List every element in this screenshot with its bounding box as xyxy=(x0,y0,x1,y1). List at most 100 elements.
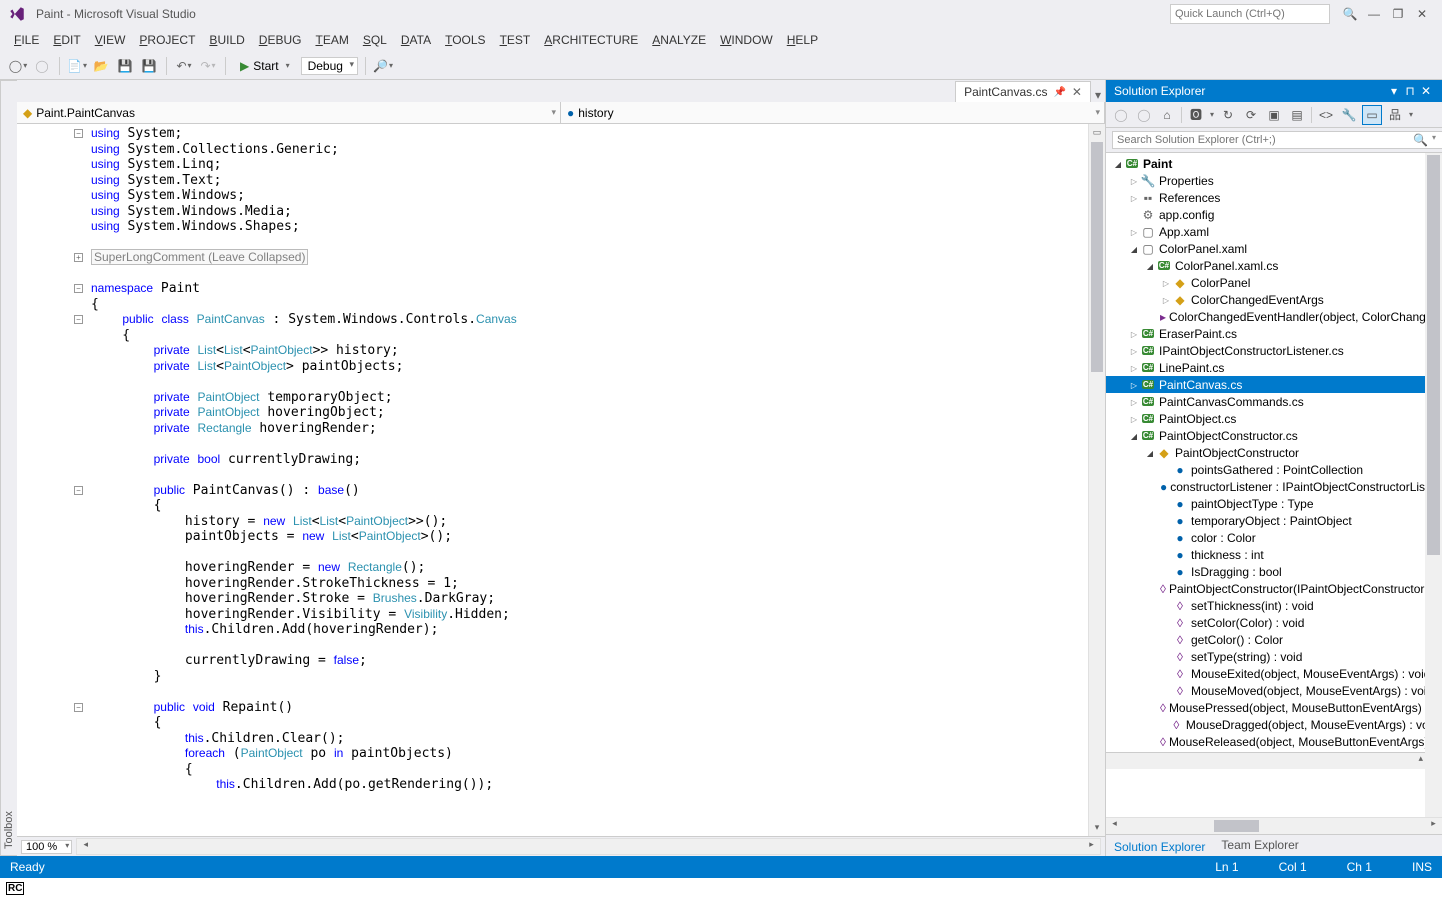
menu-architecture[interactable]: ARCHITECTURE xyxy=(538,31,644,49)
menu-edit[interactable]: EDIT xyxy=(47,31,86,49)
tree-node[interactable]: ◊MouseExited(object, MouseEventArgs) : v… xyxy=(1106,665,1442,682)
expand-icon[interactable] xyxy=(1112,159,1124,169)
save-button[interactable]: 💾 xyxy=(115,56,135,76)
panel-menu-icon[interactable]: ▾ xyxy=(1386,84,1402,98)
collapse-icon[interactable]: − xyxy=(74,284,83,293)
solution-tree[interactable]: C#Paint🔧Properties▪▪References⚙app.confi… xyxy=(1106,153,1442,817)
expand-icon[interactable] xyxy=(1144,261,1156,271)
pin-icon[interactable]: 📌 xyxy=(1053,87,1065,98)
quick-launch-input[interactable] xyxy=(1170,4,1330,24)
menu-window[interactable]: WINDOW xyxy=(714,31,779,49)
tree-node[interactable]: C#EraserPaint.cs xyxy=(1106,325,1442,342)
back-button[interactable]: ◯ xyxy=(1112,106,1130,124)
search-icon[interactable]: 🔍 xyxy=(1338,4,1362,24)
expand-icon[interactable] xyxy=(1160,295,1172,305)
menu-help[interactable]: HELP xyxy=(781,31,824,49)
tree-node[interactable]: ◊MouseMoved(object, MouseEventArgs) : vo… xyxy=(1106,682,1442,699)
expand-icon[interactable] xyxy=(1128,193,1140,203)
nav-fwd-button[interactable]: ◯ xyxy=(32,56,52,76)
tab-team-explorer[interactable]: Team Explorer xyxy=(1213,835,1306,856)
nav-back-button[interactable]: ◯ xyxy=(8,56,28,76)
tree-node[interactable]: ●IsDragging : bool xyxy=(1106,563,1442,580)
preview-button[interactable]: ▭ xyxy=(1363,106,1381,124)
expand-icon[interactable] xyxy=(1128,244,1140,254)
tree-node[interactable]: C#PaintCanvas.cs xyxy=(1106,376,1442,393)
tree-node[interactable]: ◊PaintObjectConstructor(IPaintObjectCons… xyxy=(1106,580,1442,597)
tree-node[interactable]: C#ColorPanel.xaml.cs xyxy=(1106,257,1442,274)
menu-analyze[interactable]: ANALYZE xyxy=(646,31,712,49)
panel-close-icon[interactable]: ✕ xyxy=(1418,84,1434,98)
expand-icon[interactable] xyxy=(1128,346,1140,356)
tree-node[interactable]: ▸ColorChangedEventHandler(object, ColorC… xyxy=(1106,308,1442,325)
collapse-icon[interactable]: − xyxy=(74,486,83,495)
minimize-icon[interactable]: — xyxy=(1362,4,1386,24)
show-all-button[interactable]: ▤ xyxy=(1288,106,1306,124)
tree-node[interactable]: ◆PaintObjectConstructor xyxy=(1106,444,1442,461)
expand-icon[interactable] xyxy=(1128,397,1140,407)
collapse-icon[interactable]: − xyxy=(74,703,83,712)
tree-node[interactable]: ◆ColorChangedEventArgs xyxy=(1106,291,1442,308)
tree-node[interactable]: ●thickness : int xyxy=(1106,546,1442,563)
sync-button[interactable]: ⟳ xyxy=(1242,106,1260,124)
type-nav-combo[interactable]: ◆ Paint.PaintCanvas ▾ xyxy=(17,102,561,123)
tree-node[interactable]: C#PaintObject.cs xyxy=(1106,410,1442,427)
tree-node[interactable]: ▢ColorPanel.xaml xyxy=(1106,240,1442,257)
member-nav-combo[interactable]: ● history ▾ xyxy=(561,102,1105,123)
config-combo[interactable]: Debug xyxy=(301,57,358,75)
save-all-button[interactable]: 💾 xyxy=(139,56,159,76)
menu-tools[interactable]: TOOLS xyxy=(439,31,491,49)
tab-overflow-icon[interactable]: ▾ xyxy=(1091,88,1105,102)
tree-node[interactable]: ●color : Color xyxy=(1106,529,1442,546)
scrollbar-thumb[interactable] xyxy=(1091,142,1103,372)
zoom-combo[interactable]: 100 % xyxy=(21,840,72,854)
class-view-button[interactable]: 品 xyxy=(1386,106,1404,124)
tree-node[interactable]: ◊MousePressed(object, MouseButtonEventAr… xyxy=(1106,699,1442,716)
expand-icon[interactable] xyxy=(1128,329,1140,339)
horizontal-scrollbar[interactable]: ◂▸ xyxy=(76,838,1101,855)
search-icon[interactable]: 🔍 xyxy=(1413,133,1428,147)
undo-button[interactable]: ↶ xyxy=(174,56,194,76)
tree-node[interactable]: C#PaintCanvasCommands.cs xyxy=(1106,393,1442,410)
split-icon[interactable]: ▭ xyxy=(1089,124,1105,141)
solution-search-input[interactable] xyxy=(1112,131,1442,149)
expand-icon[interactable] xyxy=(1128,414,1140,424)
tree-node[interactable]: ◊MouseDragged(object, MouseEventArgs) : … xyxy=(1106,716,1442,733)
tree-scrollbar[interactable] xyxy=(1425,153,1442,817)
open-button[interactable]: 📂 xyxy=(91,56,111,76)
menu-file[interactable]: FILE xyxy=(8,31,45,49)
tab-close-icon[interactable]: ✕ xyxy=(1072,85,1082,99)
tree-node[interactable]: ●pointsGathered : PointCollection xyxy=(1106,461,1442,478)
menu-test[interactable]: TEST xyxy=(494,31,537,49)
expand-icon[interactable] xyxy=(1128,380,1140,390)
tree-node[interactable]: ●paintObjectType : Type xyxy=(1106,495,1442,512)
search-dd-icon[interactable]: ▾ xyxy=(1432,133,1436,147)
collapse-icon[interactable]: − xyxy=(74,129,83,138)
tree-node[interactable]: ▪▪References xyxy=(1106,189,1442,206)
fwd-button[interactable]: ◯ xyxy=(1135,106,1153,124)
menu-view[interactable]: VIEW xyxy=(89,31,132,49)
toolbox-tab[interactable]: Toolbox xyxy=(0,80,17,856)
menu-debug[interactable]: DEBUG xyxy=(253,31,308,49)
tree-node[interactable]: ◊MouseReleased(object, MouseButtonEventA… xyxy=(1106,733,1442,750)
tab-solution-explorer[interactable]: Solution Explorer xyxy=(1106,835,1213,856)
tree-node[interactable]: ●constructorListener : IPaintObjectConst… xyxy=(1106,478,1442,495)
vertical-scrollbar[interactable]: ▭ ▴ ▾ xyxy=(1088,124,1105,836)
start-debug-button[interactable]: ▶Start▾ xyxy=(233,57,297,75)
tree-node[interactable]: C#Paint xyxy=(1106,155,1442,172)
tree-node[interactable]: C#PaintObjectConstructor.cs xyxy=(1106,427,1442,444)
expand-icon[interactable] xyxy=(1128,227,1140,237)
tree-node[interactable]: ▢App.xaml xyxy=(1106,223,1442,240)
tree-node[interactable]: C#IPaintObjectConstructorListener.cs xyxy=(1106,342,1442,359)
tree-node[interactable]: ◊setType(string) : void xyxy=(1106,648,1442,665)
document-tab[interactable]: PaintCanvas.cs 📌 ✕ xyxy=(955,81,1091,102)
home-button[interactable]: ⌂ xyxy=(1158,106,1176,124)
close-icon[interactable]: ✕ xyxy=(1410,4,1434,24)
menu-team[interactable]: TEAM xyxy=(309,31,354,49)
expand-icon[interactable]: + xyxy=(74,253,83,262)
find-button[interactable]: 🔎 xyxy=(373,56,393,76)
tree-node[interactable]: ◊setColor(Color) : void xyxy=(1106,614,1442,631)
tree-node[interactable]: ◊getColor() : Color xyxy=(1106,631,1442,648)
refresh-button[interactable]: ↻ xyxy=(1219,106,1237,124)
menu-build[interactable]: BUILD xyxy=(203,31,250,49)
tree-node[interactable]: C#LinePaint.cs xyxy=(1106,359,1442,376)
